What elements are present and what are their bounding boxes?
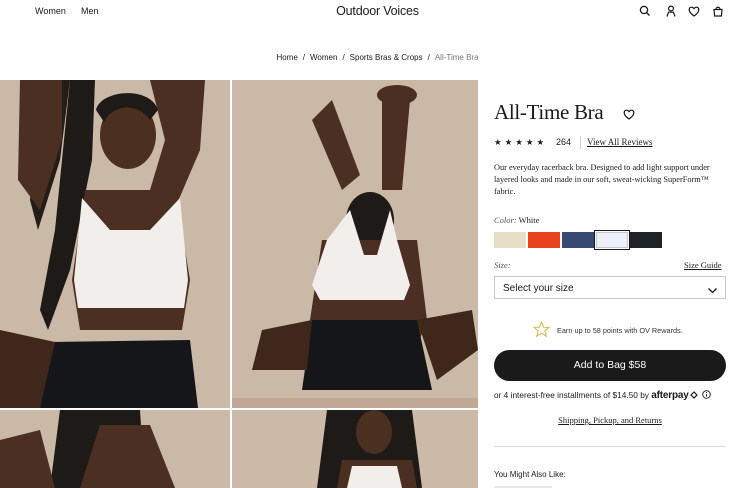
product-photo-back[interactable] xyxy=(232,80,478,408)
product-description: Our everyday racerback bra. Designed to … xyxy=(494,163,710,196)
size-select-value: Select your size xyxy=(503,283,574,294)
nav-women[interactable]: Women xyxy=(35,6,66,16)
selected-color: White xyxy=(518,215,540,225)
rating-stars: ★★★★★ xyxy=(494,137,548,147)
rewards-text: Earn up to 58 points with OV Rewards. xyxy=(557,326,683,335)
also-like-heading: You Might Also Like: xyxy=(494,470,566,479)
swatch-black[interactable] xyxy=(630,232,662,248)
info-icon[interactable] xyxy=(702,390,711,399)
breadcrumb-home[interactable]: Home xyxy=(276,53,297,62)
breadcrumb-separator: / xyxy=(342,53,345,62)
product-photo-front[interactable] xyxy=(0,80,230,408)
breadcrumb-separator: / xyxy=(427,53,430,62)
breadcrumb-sports-bras[interactable]: Sports Bras & Crops xyxy=(350,53,423,62)
nav-men[interactable]: Men xyxy=(81,6,99,16)
chevron-down-icon xyxy=(707,283,718,294)
add-to-bag-button[interactable]: Add to Bag $58 xyxy=(494,350,726,381)
search-icon[interactable] xyxy=(638,4,652,18)
review-divider xyxy=(580,136,581,149)
shipping-pickup-returns-link[interactable]: Shipping, Pickup, and Returns xyxy=(494,415,726,425)
breadcrumb-women[interactable]: Women xyxy=(310,53,337,62)
breadcrumb-current: All-Time Bra xyxy=(434,53,479,62)
afterpay-logo: afterpay xyxy=(651,390,689,401)
installments-text: or 4 interest-free installments of $14.5… xyxy=(494,390,649,400)
swatch-navy[interactable] xyxy=(562,232,594,248)
bag-icon[interactable] xyxy=(711,4,725,18)
section-divider xyxy=(494,446,726,447)
wishlist-icon[interactable] xyxy=(687,4,701,18)
account-icon[interactable] xyxy=(664,4,678,18)
swatch-sand[interactable] xyxy=(494,232,526,248)
installments-row: or 4 interest-free installments of $14.5… xyxy=(494,390,726,401)
breadcrumb-separator: / xyxy=(302,53,306,62)
swatch-white[interactable] xyxy=(594,230,630,250)
site-header: Women Men Outdoor Voices xyxy=(0,0,755,24)
breadcrumb: Home / Women / Sports Bras & Crops / All-Time … xyxy=(0,53,755,62)
rewards-star-icon xyxy=(532,320,551,338)
heart-icon[interactable] xyxy=(622,107,636,121)
size-select[interactable]: Select your size xyxy=(494,276,726,299)
swatch-orange[interactable] xyxy=(528,232,560,248)
review-count: 264 xyxy=(556,137,572,147)
product-photo-detail-1[interactable] xyxy=(0,410,230,488)
color-label: Color: xyxy=(494,215,517,225)
brand-logo[interactable]: Outdoor Voices xyxy=(336,4,419,18)
product-photo-detail-2[interactable] xyxy=(232,410,478,488)
color-label-row: Color: White xyxy=(494,215,539,225)
size-guide-link[interactable]: Size Guide xyxy=(684,260,722,270)
size-label: Size: xyxy=(494,260,511,270)
view-all-reviews-link[interactable]: View All Reviews xyxy=(587,137,652,147)
afterpay-arrows-icon xyxy=(689,390,700,400)
product-title: All-Time Bra xyxy=(494,100,604,124)
